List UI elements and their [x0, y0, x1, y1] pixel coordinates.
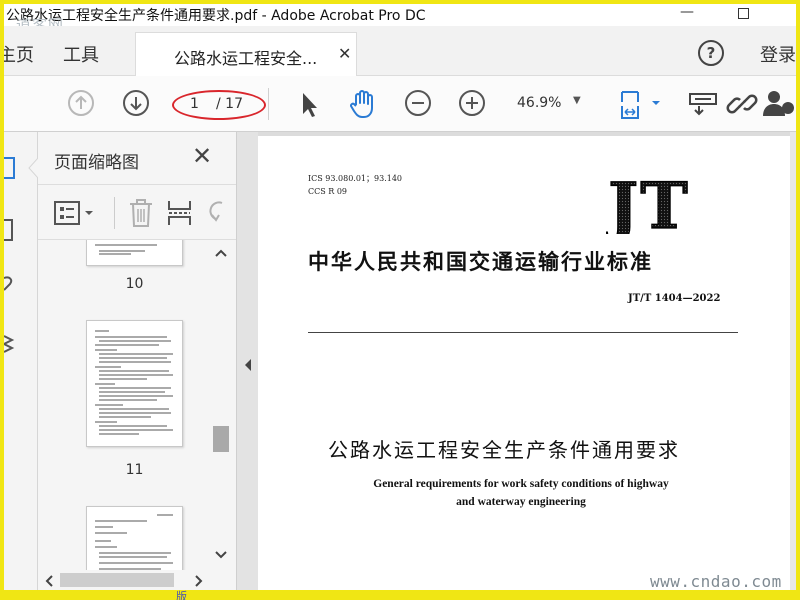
thumbnail-page-10[interactable]: [86, 240, 183, 266]
previous-page-button[interactable]: [68, 90, 94, 116]
english-title-line1: General requirements for work safety con…: [373, 478, 669, 490]
thumbnail-options-icon[interactable]: [52, 199, 100, 227]
next-page-button[interactable]: [123, 90, 149, 116]
zoom-in-button[interactable]: [459, 90, 485, 116]
thumbnail-content: [95, 514, 173, 570]
hand-icon[interactable]: [347, 88, 379, 120]
link-icon[interactable]: [726, 88, 758, 120]
thumbnail-content: [95, 244, 157, 255]
bottom-fragment: 版: [176, 590, 187, 600]
minimize-button[interactable]: —: [676, 4, 698, 26]
scroll-up-icon[interactable]: [214, 248, 228, 258]
tab-document[interactable]: 公路水运工程安全... ✕: [135, 32, 357, 76]
tab-document-label: 公路水运工程安全...: [174, 49, 318, 68]
arrow-down-icon: [130, 97, 142, 111]
thumbnail-label-11: 11: [125, 462, 144, 478]
jt-logo: JT: [606, 176, 690, 234]
bookmarks-icon[interactable]: [4, 216, 18, 244]
standard-title: 中华人民共和国交通运输行业标准: [308, 249, 653, 274]
thumbnail-content: [95, 330, 173, 435]
scroll-left-icon[interactable]: [44, 574, 54, 588]
watermark-bottom: www.cndao.com: [650, 572, 782, 591]
panel-title: 页面缩略图: [54, 153, 139, 173]
menu-bar: 主页 工具 公路水运工程安全... ✕ ? 登录: [4, 26, 796, 76]
doc-classification: ICS 93.080.01；93.140 CCS R 09: [308, 172, 402, 198]
bottom-strip: [0, 590, 800, 600]
help-button[interactable]: ?: [698, 40, 724, 66]
collapse-panel-handle[interactable]: [236, 132, 258, 596]
thumbnails-panel: 页面缩略图 ✕ 10 11: [38, 132, 236, 596]
toolbar: 1 / 17 46.9% ▼: [4, 76, 796, 132]
zoom-dropdown-arrow[interactable]: ▼: [573, 95, 581, 106]
thumbnail-page-11[interactable]: [86, 320, 183, 447]
ccs-code: CCS R 09: [308, 187, 348, 196]
thumbnail-scrollbar[interactable]: [210, 244, 232, 574]
close-tab-button[interactable]: ✕: [338, 44, 351, 63]
title-rule: [308, 332, 738, 333]
standard-number: JT/T 1404—2022: [628, 293, 721, 304]
insert-pages-icon[interactable]: [166, 197, 196, 229]
tab-tools[interactable]: 工具: [63, 41, 99, 67]
zoom-in-icon: [466, 97, 478, 109]
navigation-rail: [4, 132, 38, 596]
document-scrollbar[interactable]: [790, 132, 796, 596]
trash-icon[interactable]: [126, 197, 156, 229]
active-panel-pointer: [28, 158, 38, 178]
toolbar-divider: [268, 88, 269, 120]
page-fit-icon[interactable]: [618, 88, 664, 120]
thumbnail-page-12[interactable]: [86, 506, 183, 570]
document-view[interactable]: ICS 93.080.01；93.140 CCS R 09 JT 中华人民共和国…: [258, 132, 796, 596]
attachments-icon[interactable]: [4, 270, 18, 296]
rotate-icon[interactable]: [208, 199, 236, 227]
english-title-line2: and waterway engineering: [456, 496, 586, 508]
layers-icon[interactable]: [4, 330, 18, 358]
ics-code: ICS 93.080.01；93.140: [308, 174, 403, 183]
highlight-annotation: [172, 90, 266, 120]
acrobat-window: 公路水运工程安全生产条件通用要求.pdf - Adobe Acrobat Pro…: [4, 4, 796, 596]
jt-logo-text: JT: [606, 176, 690, 234]
zoom-out-button[interactable]: [405, 90, 431, 116]
arrow-up-icon: [75, 95, 87, 109]
thumbnail-list[interactable]: 10 11: [38, 240, 210, 570]
window-title: 公路水运工程安全生产条件通用要求.pdf - Adobe Acrobat Pro…: [6, 8, 426, 24]
panel-toolbar: [38, 184, 236, 240]
pdf-page: ICS 93.080.01；93.140 CCS R 09 JT 中华人民共和国…: [258, 136, 790, 596]
collapse-arrow-icon: [245, 359, 251, 371]
maximize-button[interactable]: [738, 8, 749, 19]
page-thumbnails-icon[interactable]: [4, 154, 18, 182]
scrollbar-thumb[interactable]: [213, 426, 229, 452]
pointer-icon[interactable]: [296, 90, 322, 120]
printer-icon[interactable]: [687, 88, 719, 120]
zoom-level[interactable]: 46.9%: [517, 95, 561, 111]
tab-home[interactable]: 主页: [4, 41, 34, 67]
thumbnail-label-10: 10: [125, 276, 144, 292]
close-panel-button[interactable]: ✕: [192, 142, 212, 170]
scroll-right-icon[interactable]: [194, 574, 204, 588]
login-button[interactable]: 登录: [760, 41, 796, 67]
user-icon[interactable]: [762, 88, 796, 120]
title-bar: 公路水运工程安全生产条件通用要求.pdf - Adobe Acrobat Pro…: [4, 4, 796, 34]
document-main-title: 公路水运工程安全生产条件通用要求: [328, 438, 680, 462]
horizontal-scrollbar-thumb[interactable]: [60, 573, 174, 587]
zoom-out-icon: [412, 102, 424, 104]
scroll-down-icon[interactable]: [214, 550, 228, 560]
panel-toolbar-divider: [114, 197, 115, 229]
